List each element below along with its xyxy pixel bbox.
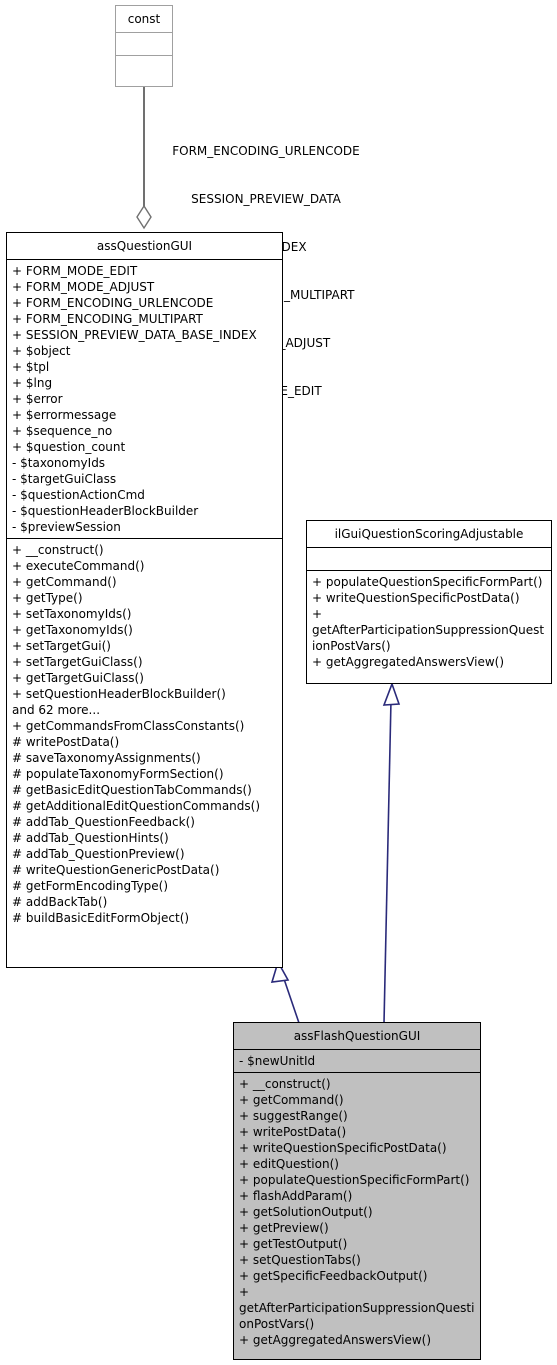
- class-node-assquestiongui[interactable]: assQuestionGUI + FORM_MODE_EDIT + FORM_M…: [6, 232, 283, 968]
- class-node-ilguiquestionscoringadjustable[interactable]: ilGuiQuestionScoringAdjustable + populat…: [306, 520, 552, 684]
- method-row: # saveTaxonomyAssignments(): [12, 751, 201, 765]
- method-row: + flashAddParam(): [239, 1189, 353, 1203]
- method-row: + getAfterParticipationSuppressionQuesti…: [312, 607, 545, 653]
- method-row: # getFormEncodingType(): [12, 879, 169, 893]
- method-row: + suggestRange(): [239, 1109, 348, 1123]
- method-row: + getSolutionOutput(): [239, 1205, 373, 1219]
- attribute-row: + $sequence_no: [12, 424, 113, 438]
- method-row: + getType(): [12, 591, 83, 605]
- attribute-row: - $previewSession: [12, 520, 121, 534]
- aggregation-edge-label-line-0: FORM_ENCODING_URLENCODE: [172, 144, 360, 158]
- method-row: + getSpecificFeedbackOutput(): [239, 1269, 428, 1283]
- attribute-row: + FORM_ENCODING_URLENCODE: [12, 296, 214, 310]
- method-row: # buildBasicEditFormObject(): [12, 911, 190, 925]
- uml-class-diagram: const FORM_ENCODING_URLENCODE SESSION_PR…: [0, 0, 557, 1365]
- method-row: + executeCommand(): [12, 559, 145, 573]
- method-row: # populateTaxonomyFormSection(): [12, 767, 224, 781]
- method-row: # addBackTab(): [12, 895, 108, 909]
- class-node-const-attributes: [116, 33, 172, 56]
- class-node-ilguiquestionscoringadjustable-methods: + populateQuestionSpecificFormPart() + w…: [307, 571, 551, 673]
- method-row: + setTaxonomyIds(): [12, 607, 132, 621]
- method-row: + getCommand(): [239, 1093, 344, 1107]
- class-node-assquestiongui-title: assQuestionGUI: [7, 233, 282, 260]
- method-row: + getTestOutput(): [239, 1237, 348, 1251]
- method-row: + getAggregatedAnswersView(): [312, 655, 505, 669]
- edge-realization-assflash-ilguiquestionscoringadjustable: [382, 681, 401, 1024]
- method-row: + setQuestionHeaderBlockBuilder(): [12, 687, 226, 701]
- method-row: + __construct(): [12, 543, 104, 557]
- method-row: + getTargetGuiClass(): [12, 671, 144, 685]
- method-row: + writeQuestionSpecificPostData(): [239, 1141, 447, 1155]
- class-node-assflashquestiongui[interactable]: assFlashQuestionGUI - $newUnitId + __con…: [233, 1022, 481, 1360]
- method-row: + getAfterParticipationSuppressionQuesti…: [239, 1285, 475, 1331]
- attribute-row: - $taxonomyIds: [12, 456, 106, 470]
- attribute-row: - $newUnitId: [239, 1054, 316, 1068]
- class-node-const[interactable]: const: [115, 5, 173, 87]
- class-node-assflashquestiongui-attributes: - $newUnitId: [234, 1050, 480, 1073]
- attribute-row: + FORM_ENCODING_MULTIPART: [12, 312, 203, 326]
- method-row: + populateQuestionSpecificFormPart(): [312, 575, 543, 589]
- attribute-row: + FORM_MODE_ADJUST: [12, 280, 155, 294]
- method-row: + getAggregatedAnswersView(): [239, 1333, 432, 1347]
- aggregation-edge-label-line-1: SESSION_PREVIEW_DATA: [191, 192, 341, 206]
- class-node-assquestiongui-methods: + __construct() + executeCommand() + get…: [7, 539, 282, 929]
- method-row: + setTargetGui(): [12, 639, 111, 653]
- method-row: # writePostData(): [12, 735, 120, 749]
- method-row: # addTab_QuestionFeedback(): [12, 815, 195, 829]
- method-row: + getCommandsFromClassConstants(): [12, 719, 245, 733]
- attribute-row: + $errormessage: [12, 408, 117, 422]
- class-node-assflashquestiongui-methods: + __construct() + getCommand() + suggest…: [234, 1073, 480, 1351]
- edge-inheritance-assflash-assquestiongui: [270, 959, 300, 1024]
- method-row: # addTab_QuestionPreview(): [12, 847, 185, 861]
- attribute-row: + FORM_MODE_EDIT: [12, 264, 138, 278]
- method-row: + getCommand(): [12, 575, 117, 589]
- method-row: + getTaxonomyIds(): [12, 623, 133, 637]
- attribute-row: + $error: [12, 392, 63, 406]
- class-node-assquestiongui-attributes: + FORM_MODE_EDIT + FORM_MODE_ADJUST + FO…: [7, 260, 282, 539]
- method-row: + writePostData(): [239, 1125, 347, 1139]
- method-row: + setTargetGuiClass(): [12, 655, 143, 669]
- class-node-const-methods: [116, 56, 172, 78]
- attribute-row: + $tpl: [12, 360, 50, 374]
- class-node-assflashquestiongui-title: assFlashQuestionGUI: [234, 1023, 480, 1050]
- attribute-row: - $questionActionCmd: [12, 488, 145, 502]
- class-node-const-title: const: [116, 6, 172, 33]
- attribute-row: + $object: [12, 344, 71, 358]
- method-row: + setQuestionTabs(): [239, 1253, 361, 1267]
- attribute-row: + SESSION_PREVIEW_DATA_BASE_INDEX: [12, 328, 257, 342]
- method-row: # getAdditionalEditQuestionCommands(): [12, 799, 261, 813]
- class-node-ilguiquestionscoringadjustable-title: ilGuiQuestionScoringAdjustable: [307, 521, 551, 548]
- method-row: + getPreview(): [239, 1221, 329, 1235]
- method-row: + __construct(): [239, 1077, 331, 1091]
- method-row: # writeQuestionGenericPostData(): [12, 863, 220, 877]
- attribute-row: + $lng: [12, 376, 53, 390]
- method-row: + editQuestion(): [239, 1157, 339, 1171]
- method-row: + populateQuestionSpecificFormPart(): [239, 1173, 470, 1187]
- attribute-row: - $questionHeaderBlockBuilder: [12, 504, 199, 518]
- method-row-more: and 62 more...: [12, 703, 101, 717]
- attribute-row: - $targetGuiClass: [12, 472, 117, 486]
- method-row: + writeQuestionSpecificPostData(): [312, 591, 520, 605]
- class-node-ilguiquestionscoringadjustable-attributes: [307, 548, 551, 571]
- attribute-row: + $question_count: [12, 440, 126, 454]
- method-row: # getBasicEditQuestionTabCommands(): [12, 783, 252, 797]
- method-row: # addTab_QuestionHints(): [12, 831, 169, 845]
